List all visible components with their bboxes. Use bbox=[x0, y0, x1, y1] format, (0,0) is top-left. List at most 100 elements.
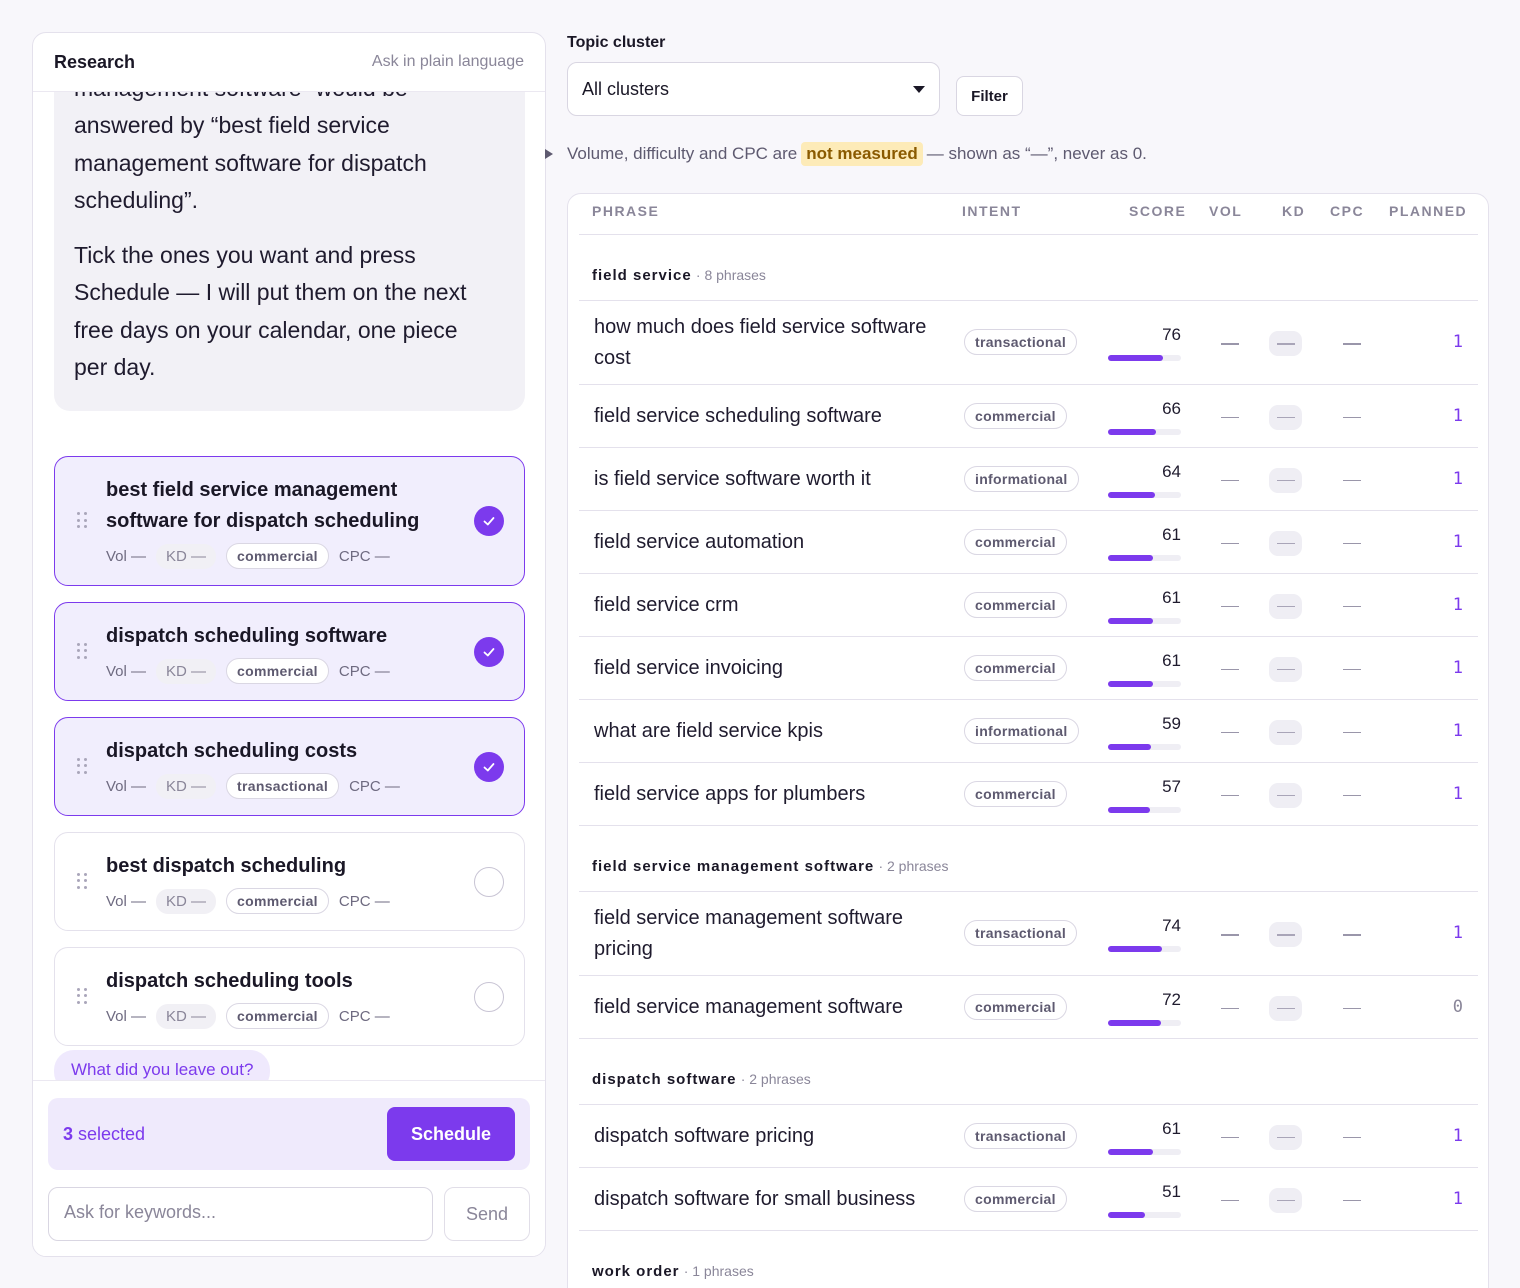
keyword-card[interactable]: dispatch scheduling costs Vol — KD — tra… bbox=[54, 717, 525, 816]
cluster-phrase-count: · 1 phrases bbox=[683, 1263, 754, 1279]
vol-not-measured bbox=[1221, 934, 1239, 936]
kd-not-measured bbox=[1269, 656, 1302, 682]
kd-dash bbox=[1277, 731, 1295, 733]
cluster-group-header: field service · 8 phrases bbox=[579, 235, 1478, 301]
table-row[interactable]: field service management software commer… bbox=[579, 976, 1478, 1039]
keyword-card-meta: Vol — KD — commercial CPC — bbox=[106, 1003, 464, 1029]
score-bar bbox=[1108, 355, 1181, 361]
filter-button[interactable]: Filter bbox=[956, 76, 1023, 116]
cpc-not-measured bbox=[1343, 794, 1361, 796]
score-bar bbox=[1108, 491, 1181, 498]
kd-dash bbox=[1277, 479, 1295, 481]
research-panel: Research Ask in plain language managemen… bbox=[32, 32, 546, 1257]
planned-count[interactable]: 1 bbox=[1439, 332, 1463, 352]
kd-not-measured bbox=[1269, 404, 1302, 430]
drag-handle-icon[interactable] bbox=[77, 987, 89, 1006]
cpc-not-measured bbox=[1343, 1136, 1361, 1138]
planned-count[interactable]: 1 bbox=[1439, 658, 1463, 678]
message-line: Tick the ones you want and press bbox=[74, 241, 416, 268]
keyword-card-meta: Vol — KD — transactional CPC — bbox=[106, 773, 464, 799]
planned-count[interactable]: 1 bbox=[1439, 469, 1463, 489]
vol-not-measured bbox=[1221, 1007, 1239, 1009]
drag-handle-icon[interactable] bbox=[77, 642, 89, 661]
table-row[interactable]: field service management software pricin… bbox=[579, 892, 1478, 976]
phrase-cell: field service crm bbox=[594, 594, 739, 616]
keyword-card-title: dispatch scheduling software bbox=[106, 625, 388, 647]
header-cpc[interactable]: CPC bbox=[1330, 203, 1364, 219]
score-value: 61 bbox=[1162, 650, 1181, 670]
header-kd[interactable]: KD bbox=[1282, 203, 1305, 219]
intent-badge: commercial bbox=[964, 402, 1067, 429]
planned-count[interactable]: 1 bbox=[1439, 532, 1463, 552]
header-phrase[interactable]: PHRASE bbox=[592, 203, 659, 219]
leave-out-chip[interactable]: What did you leave out? bbox=[54, 1050, 271, 1080]
message-paragraph-2: Tick the ones you want and press Schedul… bbox=[74, 237, 505, 387]
kd-dash bbox=[1277, 1007, 1295, 1009]
planned-count[interactable]: 1 bbox=[1439, 1126, 1463, 1146]
cpc-not-measured bbox=[1343, 416, 1361, 418]
kd-dash bbox=[1277, 668, 1295, 670]
ask-keywords-input[interactable] bbox=[48, 1187, 433, 1241]
kd-not-measured bbox=[1269, 922, 1302, 947]
table-row[interactable]: what are field service kpis informationa… bbox=[579, 700, 1478, 763]
header-score[interactable]: SCORE bbox=[1129, 203, 1186, 219]
table-row[interactable]: field service scheduling software commer… bbox=[579, 385, 1478, 448]
not-measured-badge: not measured bbox=[801, 142, 923, 166]
table-row[interactable]: how much does field service software cos… bbox=[579, 301, 1478, 385]
intent-badge: commercial bbox=[964, 654, 1067, 681]
planned-count[interactable]: 1 bbox=[1439, 784, 1463, 804]
cpc-not-measured bbox=[1343, 479, 1361, 481]
header-intent[interactable]: INTENT bbox=[962, 203, 1022, 219]
table-row[interactable]: field service automation commercial 61 1 bbox=[579, 511, 1478, 574]
planned-count[interactable]: 1 bbox=[1439, 595, 1463, 615]
checked-checkbox-icon[interactable] bbox=[474, 751, 504, 782]
kd-dash bbox=[1277, 934, 1295, 936]
planned-count[interactable]: 1 bbox=[1439, 923, 1463, 943]
planned-count[interactable]: 1 bbox=[1439, 1189, 1463, 1209]
checked-checkbox-icon[interactable] bbox=[474, 506, 504, 536]
drag-handle-icon[interactable] bbox=[77, 512, 89, 530]
phrase-cell: field service management software pricin… bbox=[594, 907, 904, 960]
checked-checkbox-icon[interactable] bbox=[474, 636, 504, 667]
header-vol[interactable]: VOL bbox=[1209, 203, 1242, 219]
table-row[interactable]: is field service software worth it infor… bbox=[579, 448, 1478, 511]
table-row[interactable]: dispatch software for small business com… bbox=[579, 1168, 1478, 1231]
table-row[interactable]: field service invoicing commercial 61 1 bbox=[579, 637, 1478, 700]
table-row[interactable]: dispatch software pricing transactional … bbox=[579, 1105, 1478, 1168]
score-bar bbox=[1108, 806, 1181, 813]
measurement-notice[interactable]: Volume, difficulty and CPC are not measu… bbox=[545, 142, 1147, 166]
schedule-button[interactable]: Schedule bbox=[387, 1107, 515, 1161]
score-bar-fill bbox=[1108, 743, 1151, 750]
unchecked-checkbox-icon[interactable] bbox=[474, 981, 504, 1012]
keyword-card[interactable]: dispatch scheduling software Vol — KD — … bbox=[54, 602, 525, 701]
kd-pill: KD — bbox=[156, 658, 217, 684]
kd-not-measured bbox=[1269, 1187, 1302, 1213]
keyword-card-title: dispatch scheduling costs bbox=[106, 740, 358, 762]
score-bar-fill bbox=[1108, 617, 1153, 624]
topic-cluster-select[interactable]: All clusters bbox=[567, 62, 940, 116]
keyword-card[interactable]: best dispatch scheduling Vol — KD — comm… bbox=[54, 832, 525, 931]
send-button[interactable]: Send bbox=[444, 1187, 530, 1241]
keyword-card[interactable]: best field service management software f… bbox=[54, 456, 525, 586]
drag-handle-icon[interactable] bbox=[77, 872, 89, 891]
header-planned[interactable]: PLANNED bbox=[1389, 203, 1467, 219]
planned-count[interactable]: 1 bbox=[1439, 406, 1463, 426]
intent-badge: commercial bbox=[226, 658, 329, 684]
intent-badge: commercial bbox=[226, 1003, 329, 1029]
kd-pill: KD — bbox=[156, 1003, 217, 1029]
score-bar bbox=[1108, 1148, 1181, 1155]
drag-handle-icon[interactable] bbox=[77, 757, 89, 776]
keyword-card-meta: Vol — KD — commercial CPC — bbox=[106, 543, 464, 569]
chat-scroll-area[interactable]: management software” would be answered b… bbox=[33, 92, 545, 1080]
intent-badge: commercial bbox=[964, 591, 1067, 618]
cluster-phrase-count: · 2 phrases bbox=[740, 1071, 811, 1087]
research-header: Research Ask in plain language bbox=[33, 33, 545, 92]
planned-count[interactable]: 1 bbox=[1439, 721, 1463, 741]
keyword-card[interactable]: dispatch scheduling tools Vol — KD — com… bbox=[54, 947, 525, 1046]
phrase-cell: is field service software worth it bbox=[594, 468, 871, 490]
selection-bar: 3 selected Schedule bbox=[48, 1098, 530, 1170]
table-row[interactable]: field service crm commercial 61 1 bbox=[579, 574, 1478, 637]
unchecked-checkbox-icon[interactable] bbox=[474, 866, 504, 897]
table-row[interactable]: field service apps for plumbers commerci… bbox=[579, 763, 1478, 826]
planned-count[interactable]: 0 bbox=[1439, 997, 1463, 1017]
